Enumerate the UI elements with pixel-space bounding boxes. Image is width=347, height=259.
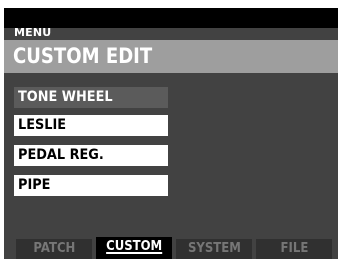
menu-item-leslie[interactable]: LESLIE (14, 115, 168, 136)
menu-item-tone-wheel[interactable]: TONE WHEEL (14, 87, 168, 108)
tab-patch[interactable]: PATCH (16, 239, 92, 259)
lcd-screen: MENU CUSTOM EDIT TONE WHEEL LESLIE PEDAL… (4, 8, 338, 259)
menu-item-label: PIPE (18, 177, 51, 193)
tab-label: FILE (280, 241, 308, 256)
tab-custom[interactable]: CUSTOM (96, 237, 172, 259)
menu-item-label: LESLIE (18, 117, 67, 133)
menu-item-label: TONE WHEEL (18, 89, 113, 105)
footer-tab-bar: PATCH CUSTOM SYSTEM FILE (4, 237, 338, 259)
tab-system[interactable]: SYSTEM (176, 239, 252, 259)
page-title: CUSTOM EDIT (13, 44, 153, 68)
menu-item-label: PEDAL REG. (18, 147, 104, 163)
title-band: CUSTOM EDIT (4, 40, 338, 73)
menu-item-pipe[interactable]: PIPE (14, 175, 168, 196)
menu-item-pedal-reg[interactable]: PEDAL REG. (14, 145, 168, 166)
menu-label: MENU (14, 26, 52, 39)
tab-file[interactable]: FILE (256, 239, 332, 259)
tab-label: PATCH (32, 241, 76, 256)
tab-label: CUSTOM (105, 239, 163, 254)
top-bar (4, 8, 338, 28)
tab-label: SYSTEM (187, 241, 241, 256)
